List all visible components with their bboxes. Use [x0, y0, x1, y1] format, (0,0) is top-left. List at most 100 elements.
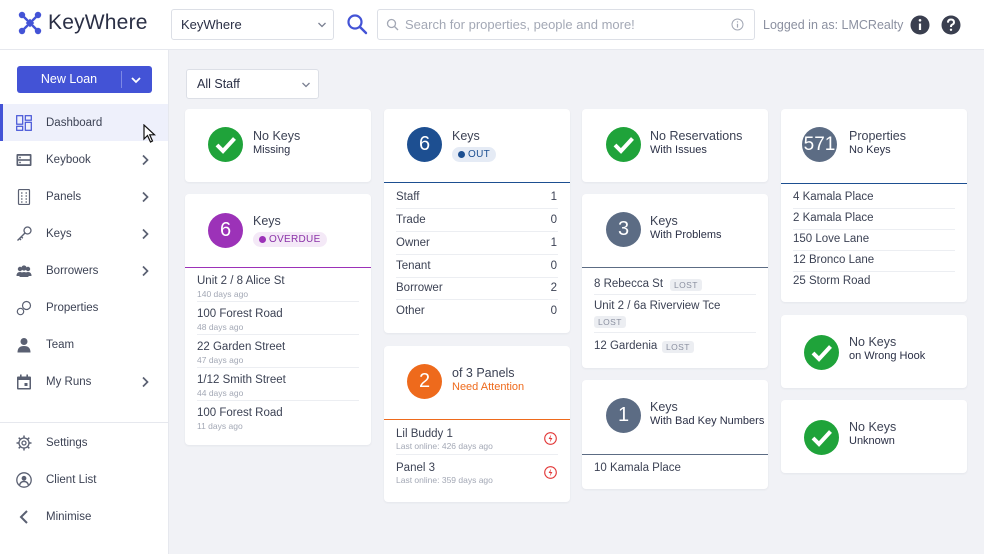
keys-out-row-label[interactable]: Other	[396, 305, 425, 317]
property-row-address[interactable]: 2 Kamala Place	[793, 212, 874, 224]
chevron-right-icon	[142, 154, 149, 165]
panel-row-name[interactable]: Panel 3	[396, 462, 435, 474]
row-separator	[197, 400, 359, 401]
property-row-address[interactable]: 4 Kamala Place	[793, 191, 874, 203]
sidebar: New Loan Dashboard Keybook Panels Keys B…	[0, 50, 169, 554]
check-circle-icon	[804, 420, 839, 455]
card-overdue-keys[interactable]: 6 Keys OVERDUE Unit 2 / 8 Alice St 140 d…	[185, 194, 371, 445]
borrowers-icon	[16, 264, 32, 277]
keys-out-row-label[interactable]: Borrower	[396, 282, 443, 294]
card-properties-no-keys[interactable]: 571 Properties No Keys 4 Kamala Place 2 …	[781, 109, 967, 302]
card-divider	[781, 183, 967, 184]
help-icon[interactable]	[941, 15, 961, 35]
card-title: No Keys	[849, 335, 897, 349]
overdue-row-address[interactable]: 1/12 Smith Street	[197, 374, 286, 386]
row-separator	[396, 208, 558, 209]
check-circle-icon	[606, 127, 641, 162]
chevron-down-icon[interactable]	[130, 74, 142, 86]
problem-row-address[interactable]: 12 Gardenia	[594, 340, 657, 352]
client-list-icon	[16, 471, 32, 488]
staff-filter-value: All Staff	[197, 77, 240, 91]
panel-row-name[interactable]: Lil Buddy 1	[396, 428, 453, 440]
sidebar-item-my-runs[interactable]: My Runs	[0, 363, 168, 400]
new-loan-button[interactable]: New Loan	[17, 66, 152, 93]
sidebar-item-dashboard[interactable]: Dashboard	[0, 104, 168, 143]
overdue-row-address[interactable]: 22 Garden Street	[197, 341, 285, 353]
sidebar-item-label: My Runs	[46, 375, 92, 388]
overdue-badge: OVERDUE	[253, 232, 327, 247]
problem-row-address[interactable]: 8 Rebecca St	[594, 278, 663, 290]
card-wrong-hook[interactable]: No Keys on Wrong Hook	[781, 315, 967, 388]
properties-icon	[16, 300, 32, 315]
keybook-icon	[16, 153, 32, 166]
keywhere-logo-icon	[18, 11, 42, 35]
overdue-row-address[interactable]: 100 Forest Road	[197, 407, 283, 419]
search-button-icon[interactable]	[346, 13, 368, 35]
card-panels-attention[interactable]: 2 of 3 Panels Need Attention Lil Buddy 1…	[384, 346, 570, 502]
sidebar-item-keys[interactable]: Keys	[0, 215, 168, 252]
chevron-right-icon	[142, 376, 149, 387]
agency-select[interactable]: KeyWhere	[171, 9, 334, 40]
sidebar-item-properties[interactable]: Properties	[0, 289, 168, 326]
keys-out-row-label[interactable]: Staff	[396, 191, 419, 203]
card-divider	[185, 267, 371, 268]
chevron-right-icon	[142, 191, 149, 202]
calendar-icon	[17, 374, 31, 389]
row-separator	[793, 208, 955, 209]
card-unknown-keys[interactable]: No Keys Unknown	[781, 400, 967, 473]
sidebar-item-label: Borrowers	[46, 264, 99, 277]
logged-in-label: Logged in as: LMCRealty	[763, 18, 904, 32]
keys-out-row-label[interactable]: Tenant	[396, 260, 431, 272]
sidebar-item-settings[interactable]: Settings	[0, 424, 168, 461]
row-separator	[793, 271, 955, 272]
row-separator	[396, 231, 558, 232]
count-circle: 1	[606, 398, 641, 433]
info-icon[interactable]	[910, 15, 930, 35]
dashboard-icon	[16, 114, 32, 131]
search-input[interactable]	[405, 10, 725, 39]
property-row-address[interactable]: 12 Bronco Lane	[793, 254, 874, 266]
info-circle-icon[interactable]	[731, 18, 744, 31]
card-bad-key-numbers[interactable]: 1 Keys With Bad Key Numbers 10 Kamala Pl…	[582, 380, 768, 489]
card-divider	[384, 182, 570, 183]
card-subtitle: No Keys	[849, 144, 891, 156]
card-title: Keys	[650, 400, 678, 414]
sidebar-item-team[interactable]: Team	[0, 326, 168, 363]
key-icon	[17, 225, 32, 241]
card-reservations[interactable]: No Reservations With Issues	[582, 109, 768, 182]
property-row-address[interactable]: 150 Love Lane	[793, 233, 869, 245]
sidebar-item-label: Dashboard	[46, 116, 103, 129]
sidebar-item-borrowers[interactable]: Borrowers	[0, 252, 168, 289]
overdue-row-address[interactable]: Unit 2 / 8 Alice St	[197, 275, 285, 287]
sidebar-item-keybook[interactable]: Keybook	[0, 141, 168, 178]
overdue-row-ago: 47 days ago	[197, 355, 244, 365]
card-missing-keys[interactable]: No Keys Missing	[185, 109, 371, 182]
sidebar-item-minimise[interactable]: Minimise	[0, 498, 168, 535]
row-separator	[197, 334, 359, 335]
card-keys-problems[interactable]: 3 Keys With Problems 8 Rebecca St LOST U…	[582, 194, 768, 368]
sidebar-item-panels[interactable]: Panels	[0, 178, 168, 215]
overdue-row-ago: 48 days ago	[197, 322, 244, 332]
property-row-address[interactable]: 25 Storm Road	[793, 275, 870, 287]
search-field[interactable]	[377, 9, 755, 40]
check-circle-icon	[804, 335, 839, 370]
sidebar-item-label: Keys	[46, 227, 72, 240]
staff-filter-select[interactable]: All Staff	[186, 69, 319, 99]
keys-out-row-value: 1	[550, 237, 557, 249]
card-keys-out[interactable]: 6 Keys OUT Staff 1 Trade 0 Owner 1 Tenan…	[384, 109, 570, 333]
card-title: Properties	[849, 129, 906, 143]
bad-number-row-address[interactable]: 10 Kamala Place	[594, 462, 681, 474]
keys-out-row-value: 2	[550, 282, 557, 294]
keys-out-row-label[interactable]: Trade	[396, 214, 426, 226]
keys-out-row-value: 0	[550, 260, 557, 272]
overdue-row-address[interactable]: 100 Forest Road	[197, 308, 283, 320]
keys-out-row-label[interactable]: Owner	[396, 237, 430, 249]
count-circle: 3	[606, 212, 641, 247]
overdue-row-ago: 11 days ago	[197, 421, 243, 431]
out-badge: OUT	[452, 147, 497, 162]
app-logo[interactable]: KeyWhere	[18, 11, 148, 35]
count-circle: 2	[407, 364, 442, 399]
sidebar-item-client-list[interactable]: Client List	[0, 461, 168, 498]
row-separator	[197, 367, 359, 368]
problem-row-address[interactable]: Unit 2 / 6a Riverview Tce	[594, 300, 720, 312]
